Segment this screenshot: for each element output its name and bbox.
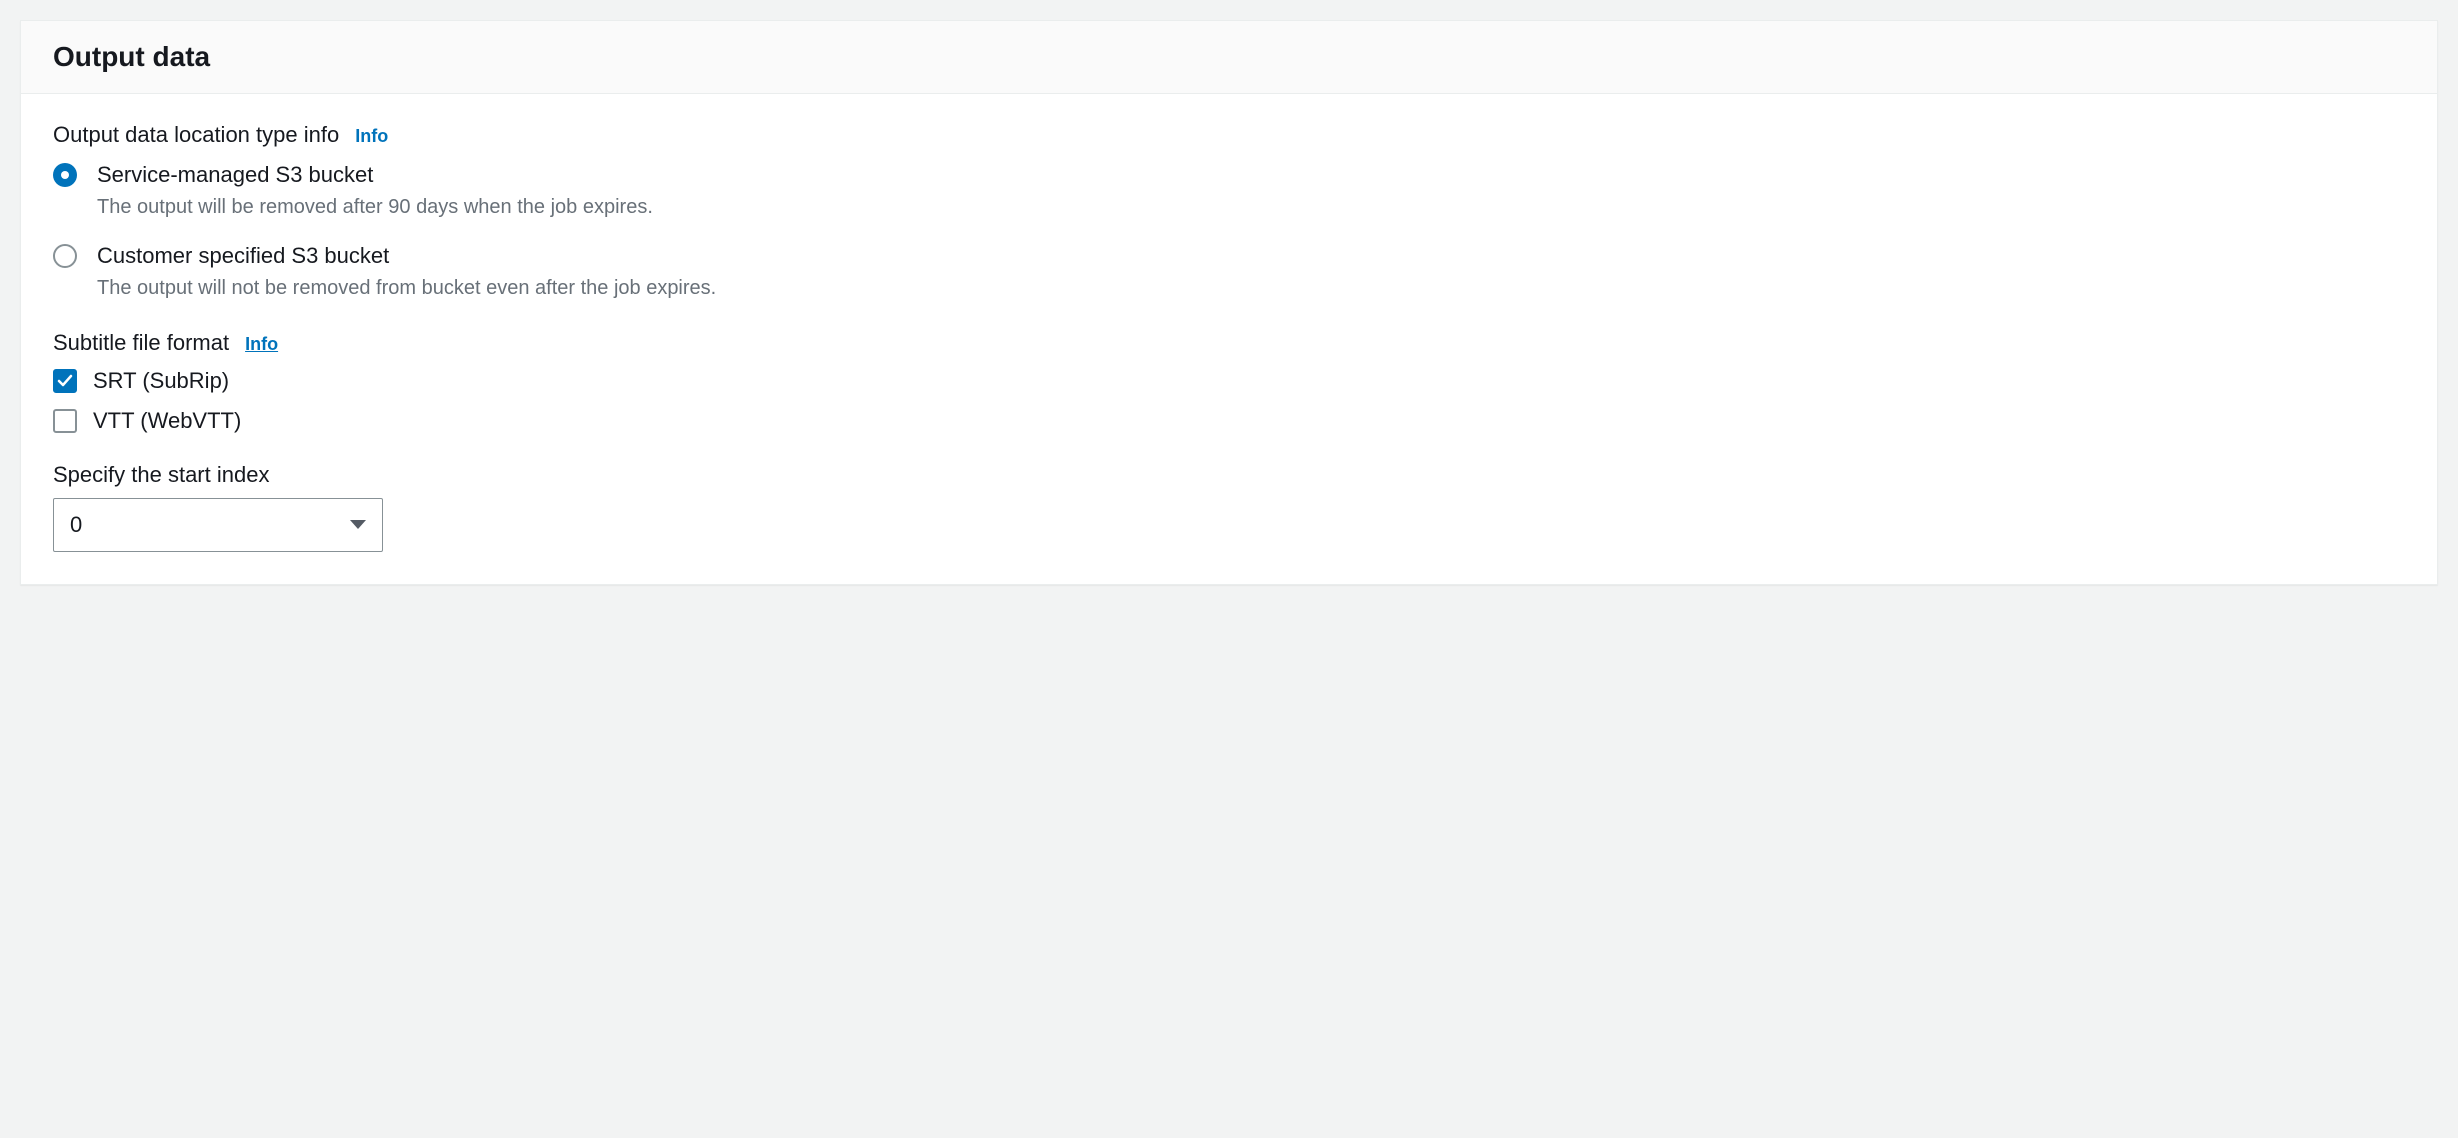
panel-header: Output data xyxy=(21,21,2437,94)
output-location-label: Output data location type info xyxy=(53,122,339,148)
start-index-select[interactable]: 0 xyxy=(53,498,383,552)
start-index-select-wrapper: 0 xyxy=(53,498,383,552)
radio-content: Service-managed S3 bucket The output wil… xyxy=(97,160,2405,221)
checkbox-vtt[interactable]: VTT (WebVTT) xyxy=(53,408,2405,434)
radio-customer-specified-bucket[interactable]: Customer specified S3 bucket The output … xyxy=(53,241,2405,302)
radio-icon xyxy=(53,244,77,268)
checkbox-srt[interactable]: SRT (SubRip) xyxy=(53,368,2405,394)
subtitle-format-group: Subtitle file format Info SRT (SubRip) V… xyxy=(53,330,2405,434)
check-icon xyxy=(57,373,73,389)
output-location-group: Output data location type info Info Serv… xyxy=(53,122,2405,302)
output-location-info-link[interactable]: Info xyxy=(355,126,388,147)
checkbox-icon xyxy=(53,369,77,393)
radio-description: The output will be removed after 90 days… xyxy=(97,193,2405,221)
radio-service-managed-bucket[interactable]: Service-managed S3 bucket The output wil… xyxy=(53,160,2405,221)
radio-title: Customer specified S3 bucket xyxy=(97,241,2405,272)
start-index-group: Specify the start index 0 xyxy=(53,462,2405,552)
subtitle-format-info-link[interactable]: Info xyxy=(245,334,278,355)
output-data-panel: Output data Output data location type in… xyxy=(20,20,2438,585)
subtitle-format-label: Subtitle file format xyxy=(53,330,229,356)
panel-body: Output data location type info Info Serv… xyxy=(21,94,2437,584)
start-index-label: Specify the start index xyxy=(53,462,2405,488)
radio-description: The output will not be removed from buck… xyxy=(97,274,2405,302)
checkbox-icon xyxy=(53,409,77,433)
subtitle-format-label-row: Subtitle file format Info xyxy=(53,330,2405,356)
radio-content: Customer specified S3 bucket The output … xyxy=(97,241,2405,302)
checkbox-label: VTT (WebVTT) xyxy=(93,408,241,434)
panel-title: Output data xyxy=(53,41,2405,73)
radio-icon xyxy=(53,163,77,187)
start-index-value: 0 xyxy=(70,512,82,538)
output-location-label-row: Output data location type info Info xyxy=(53,122,2405,148)
checkbox-label: SRT (SubRip) xyxy=(93,368,229,394)
radio-title: Service-managed S3 bucket xyxy=(97,160,2405,191)
